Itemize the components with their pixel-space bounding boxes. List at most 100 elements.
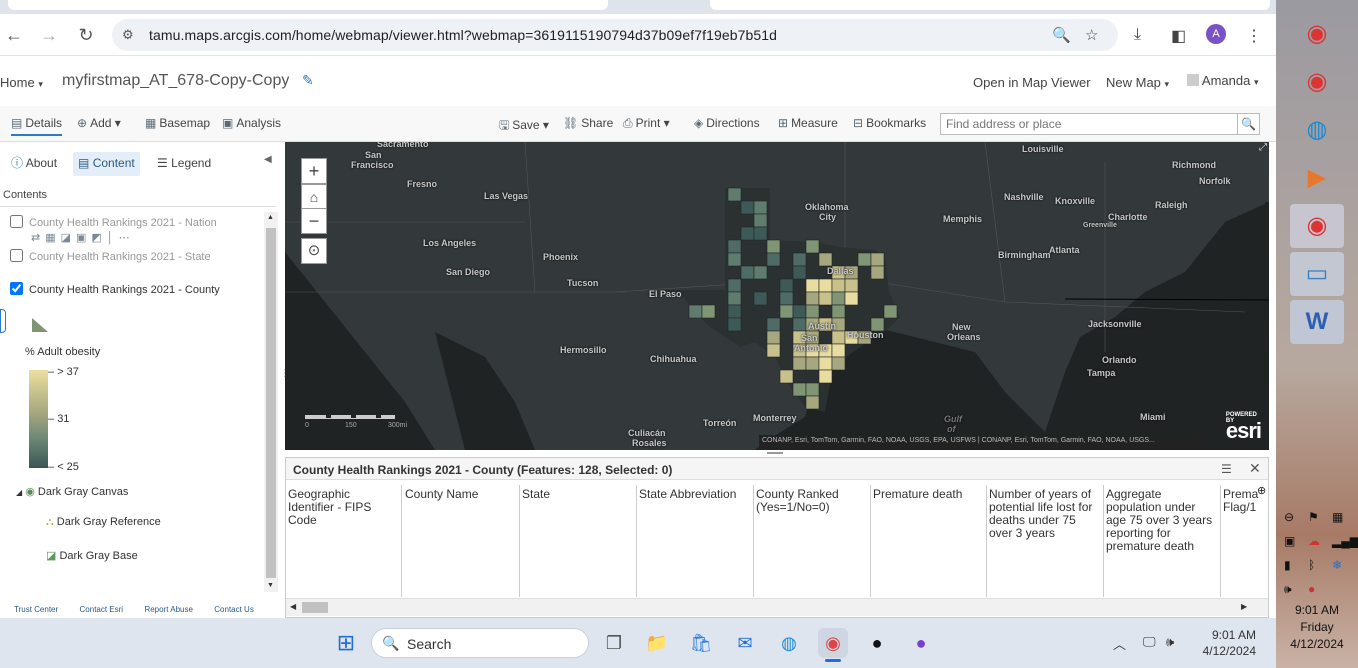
splitter-handle[interactable] — [767, 452, 783, 454]
county-cell[interactable] — [727, 252, 742, 267]
county-cell[interactable] — [805, 278, 820, 293]
basemap-base-layer[interactable]: ◪ Dark Gray Base — [46, 549, 138, 562]
trust-center-link[interactable]: Trust Center — [14, 605, 58, 614]
contact-esri-link[interactable]: Contact Esri — [80, 605, 124, 614]
county-cell[interactable] — [831, 330, 846, 345]
home-extent-button[interactable]: ⌂ — [301, 184, 327, 210]
county-cell[interactable] — [779, 291, 794, 306]
county-cell[interactable] — [792, 252, 807, 267]
analysis-button[interactable]: ▣ Analysis — [222, 116, 281, 130]
column-years-life-lost[interactable]: Number of years of potential life lost f… — [987, 485, 1104, 597]
county-cell[interactable] — [792, 304, 807, 319]
column-premature-death[interactable]: Premature death — [871, 485, 987, 597]
save-button[interactable]: 🖫 Save ▾ — [499, 116, 549, 137]
county-cell[interactable] — [727, 239, 742, 254]
zoom-icon[interactable]: 🔍 — [1052, 26, 1071, 44]
scroll-left-icon[interactable]: ◀ — [290, 602, 296, 611]
county-cell[interactable] — [766, 317, 781, 332]
panel-scrollbar[interactable]: ▲ ▼ — [264, 212, 278, 592]
county-cell[interactable] — [727, 187, 742, 202]
taskbar-date[interactable]: 4/12/2024 — [1192, 644, 1256, 658]
column-fips[interactable]: Geographic Identifier - FIPS Code — [286, 485, 402, 597]
edge-icon[interactable]: ◍ — [774, 628, 804, 658]
tray-icon-11[interactable]: ● — [1308, 582, 1315, 596]
county-cell[interactable] — [753, 265, 768, 280]
side-date[interactable]: 4/12/2024 — [1276, 637, 1358, 651]
county-cell[interactable] — [792, 265, 807, 280]
county-cell[interactable] — [740, 226, 755, 241]
map-table-splitter[interactable] — [285, 450, 1269, 457]
basemap-group[interactable]: ◢ ◉ Dark Gray Canvas — [16, 485, 128, 498]
snowflake-icon[interactable]: ❄ — [1332, 558, 1342, 572]
measure-button[interactable]: ⊞ Measure — [778, 116, 838, 130]
county-cell[interactable] — [792, 317, 807, 332]
county-cell[interactable] — [727, 317, 742, 332]
county-cell[interactable] — [779, 278, 794, 293]
basemap-button[interactable]: ▦ Basemap — [145, 116, 210, 130]
taskbar-time[interactable]: 9:01 AM — [1200, 628, 1256, 642]
tray-icon-7[interactable]: ▮ — [1284, 558, 1291, 572]
show-hidden-icons-chevron-icon[interactable]: ︿ — [1113, 634, 1126, 653]
windows-start-icon[interactable]: ⊞ — [331, 628, 361, 658]
layer-county-checkbox[interactable] — [10, 282, 23, 295]
chrome-icon[interactable]: ◉ — [1290, 60, 1344, 104]
county-cell[interactable] — [779, 304, 794, 319]
county-cell[interactable] — [727, 278, 742, 293]
county-cell[interactable] — [740, 200, 755, 215]
directions-button[interactable]: ◈ Directions — [694, 116, 760, 130]
browser-tab[interactable] — [8, 0, 608, 10]
table-options-icon[interactable]: ☰ — [1221, 462, 1232, 476]
file-explorer-icon[interactable]: 📁 — [642, 628, 672, 658]
site-info-icon[interactable]: ⚙ — [122, 27, 134, 43]
share-button[interactable]: ⛓ Share — [563, 116, 613, 130]
scroll-right-icon[interactable]: ▶ — [1241, 602, 1247, 611]
word-icon[interactable]: W — [1290, 300, 1344, 344]
basemap-reference-layer[interactable]: ⛬ Dark Gray Reference — [46, 516, 161, 529]
county-cell[interactable] — [805, 356, 820, 371]
county-cell[interactable] — [792, 356, 807, 371]
taskbar-search[interactable]: 🔍 Search — [371, 628, 589, 658]
home-menu[interactable]: Home ▾ — [0, 75, 43, 90]
county-cell[interactable] — [805, 304, 820, 319]
county-cell[interactable] — [753, 213, 768, 228]
menu-kebab-icon[interactable]: ⋮ — [1246, 26, 1262, 46]
url-text[interactable]: tamu.maps.arcgis.com/home/webmap/viewer.… — [149, 27, 777, 43]
column-county-name[interactable]: County Name — [403, 485, 520, 597]
county-cell[interactable] — [831, 356, 846, 371]
bluetooth-icon[interactable]: ᛒ — [1308, 558, 1315, 572]
photos-icon[interactable]: ▭ — [1290, 252, 1344, 296]
county-cell[interactable] — [688, 304, 703, 319]
collapse-panel-icon[interactable]: ◀ — [264, 154, 272, 165]
county-cell[interactable] — [805, 239, 820, 254]
column-county-ranked[interactable]: County Ranked (Yes=1/No=0) — [754, 485, 871, 597]
county-cell[interactable] — [779, 369, 794, 384]
edit-pencil-icon[interactable]: ✎ — [302, 72, 314, 89]
address-bar[interactable]: ⚙ tamu.maps.arcgis.com/home/webmap/viewe… — [112, 19, 1118, 51]
column-state[interactable]: State — [520, 485, 637, 597]
map-attribution[interactable]: CONANP, Esri, TomTom, Garmin, FAO, NOAA,… — [759, 435, 1207, 447]
county-cell[interactable] — [818, 278, 833, 293]
github-icon[interactable]: ● — [862, 628, 892, 658]
county-cell[interactable] — [805, 382, 820, 397]
county-cell[interactable] — [727, 304, 742, 319]
county-cell[interactable] — [753, 200, 768, 215]
bookmark-star-icon[interactable]: ☆ — [1085, 26, 1098, 44]
county-cell[interactable] — [870, 252, 885, 267]
bookmarks-button[interactable]: ⊟ Bookmarks — [853, 116, 926, 130]
county-cell[interactable] — [792, 382, 807, 397]
task-view-icon[interactable]: ❐ — [599, 628, 629, 658]
flag-icon[interactable]: ⚑ — [1308, 510, 1319, 524]
tray-icon-1[interactable]: ⊖ — [1284, 510, 1294, 524]
county-cell[interactable] — [857, 252, 872, 267]
tab-content[interactable]: ▤ Content — [73, 152, 140, 176]
county-cell[interactable] — [883, 304, 898, 319]
county-cell[interactable] — [818, 369, 833, 384]
esri-logo[interactable]: POWERED BY esri — [1226, 412, 1262, 444]
county-cell[interactable] — [740, 265, 755, 280]
signal-icon[interactable]: ▂▄▆ — [1332, 534, 1358, 548]
zoom-in-button[interactable]: + — [301, 158, 327, 184]
layer-state-label[interactable]: County Health Rankings 2021 - State — [29, 251, 211, 263]
contact-us-link[interactable]: Contact Us — [214, 605, 254, 614]
side-panel-icon[interactable]: ◧ — [1171, 26, 1186, 46]
side-day[interactable]: Friday — [1276, 620, 1358, 634]
